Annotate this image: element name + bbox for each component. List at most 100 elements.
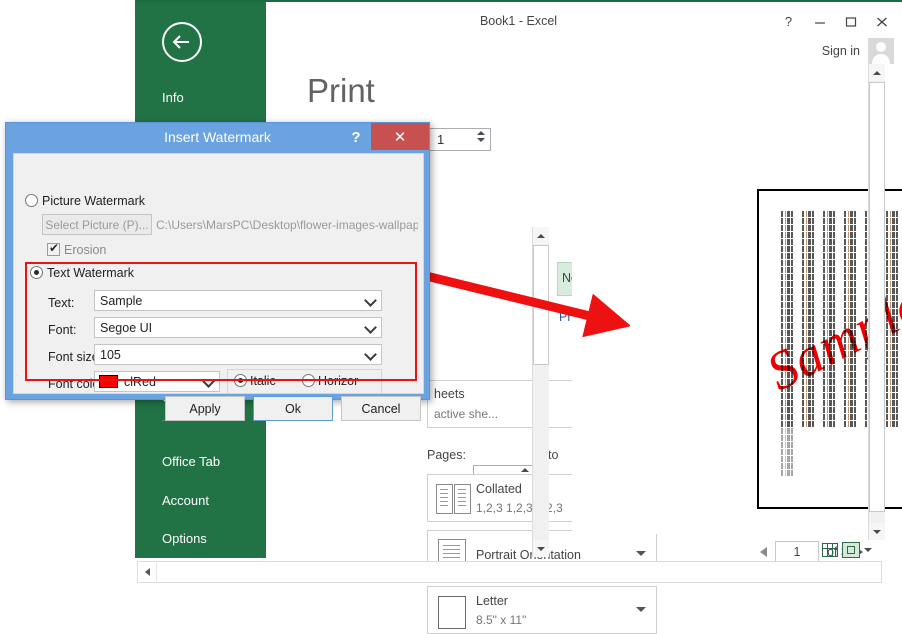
apply-button[interactable]: Apply — [165, 396, 245, 421]
sidebar-item-options[interactable]: Options — [162, 531, 207, 546]
preview-cell — [781, 309, 793, 315]
font-select[interactable]: Segoe UI — [94, 317, 382, 338]
preview-cell — [802, 288, 814, 294]
stepper-down-icon[interactable] — [477, 138, 485, 142]
pages-to-label: to — [548, 448, 559, 462]
preview-cell — [802, 239, 814, 245]
preview-cell — [823, 407, 835, 413]
settings-scrollbar[interactable] — [532, 227, 549, 557]
radio-indicator[interactable] — [30, 266, 43, 279]
copies-stepper[interactable]: 1 — [429, 128, 491, 151]
scroll-down-icon[interactable] — [869, 523, 885, 540]
italic-radio[interactable]: Italic — [234, 374, 276, 388]
dialog-help-button[interactable]: ? — [345, 125, 367, 149]
preview-cell — [781, 225, 793, 231]
help-button[interactable]: ? — [774, 10, 803, 33]
preview-cell — [886, 407, 898, 413]
cancel-button[interactable]: Cancel — [341, 396, 421, 421]
preview-cell — [886, 253, 898, 259]
preview-cell — [781, 260, 793, 266]
maximize-button[interactable] — [836, 10, 865, 33]
chevron-down-icon[interactable] — [366, 350, 375, 359]
dialog-close-button[interactable]: ✕ — [371, 123, 429, 150]
preview-cell — [802, 302, 814, 308]
preview-cell — [844, 211, 856, 217]
checkbox-indicator[interactable] — [47, 241, 60, 256]
radio-indicator[interactable] — [234, 374, 247, 387]
select-picture-button[interactable]: Select Picture (P)... — [42, 214, 152, 235]
picture-path-value[interactable]: C:\Users\MarsPC\Desktop\flower-images-wa… — [156, 218, 418, 232]
sidebar-item-office-tab[interactable]: Office Tab — [162, 454, 220, 469]
watermark-text-input[interactable]: Sample — [94, 290, 382, 311]
scroll-down-icon[interactable] — [533, 540, 549, 557]
stepper-up-icon[interactable] — [521, 468, 529, 472]
watermark-text-value: Sample — [100, 294, 143, 308]
sidebar-item-info[interactable]: Info — [162, 90, 184, 105]
avatar[interactable] — [868, 38, 894, 64]
preview-cell — [844, 218, 856, 224]
stepper-up-icon[interactable] — [477, 131, 485, 135]
preview-cell — [781, 428, 793, 434]
font-value: Segoe UI — [100, 321, 153, 335]
scroll-left-icon[interactable] — [139, 563, 157, 581]
minimize-button[interactable] — [805, 10, 834, 33]
preview-scrollbar[interactable] — [868, 64, 885, 540]
chevron-down-icon[interactable] — [366, 296, 375, 305]
preview-cell — [802, 232, 814, 238]
preview-cell — [802, 225, 814, 231]
erosion-checkbox[interactable]: Erosion — [47, 241, 106, 257]
preview-cell — [844, 246, 856, 252]
scroll-up-icon[interactable] — [533, 227, 549, 244]
preview-cell — [886, 267, 898, 273]
scrollbar-thumb[interactable] — [533, 245, 549, 365]
chevron-down-icon[interactable] — [204, 377, 213, 386]
preview-cell — [823, 267, 835, 273]
preview-cell — [781, 414, 793, 420]
ok-button[interactable]: Ok — [253, 396, 333, 421]
preview-cell — [781, 302, 793, 308]
sidebar-item-account[interactable]: Account — [162, 493, 209, 508]
zoom-dropdown-icon[interactable] — [864, 548, 872, 552]
preview-cell — [844, 386, 856, 392]
page-number-input[interactable]: 1 — [775, 541, 819, 563]
font-color-select[interactable]: clRed — [94, 371, 220, 392]
sign-in-label[interactable]: Sign in — [822, 44, 860, 58]
preview-zoom-tools — [822, 542, 872, 558]
font-color-value: clRed — [124, 375, 156, 389]
paper-line1: Letter — [476, 594, 508, 608]
stepper-arrows[interactable] — [477, 131, 485, 142]
chevron-down-icon[interactable] — [366, 323, 375, 332]
preview-cell — [823, 400, 835, 406]
preview-cell — [823, 386, 835, 392]
preview-cell — [844, 225, 856, 231]
preview-cell — [802, 421, 814, 427]
preview-cell — [781, 435, 793, 441]
radio-indicator[interactable] — [302, 374, 315, 387]
horizontal-scrollbar[interactable] — [137, 561, 882, 583]
close-button[interactable] — [867, 10, 896, 33]
dialog-titlebar[interactable]: Insert Watermark ? ✕ — [6, 123, 429, 151]
scroll-up-icon[interactable] — [869, 64, 885, 81]
text-watermark-radio[interactable]: Text Watermark — [30, 266, 134, 280]
radio-indicator[interactable] — [25, 194, 38, 207]
font-size-select[interactable]: 105 — [94, 344, 382, 365]
preview-cell — [823, 295, 835, 301]
preview-cell — [781, 421, 793, 427]
preview-cell — [802, 253, 814, 259]
preview-cell — [886, 365, 898, 371]
picture-watermark-radio[interactable]: Picture Watermark — [25, 194, 145, 208]
paper-size-select[interactable]: Letter 8.5" x 11" — [427, 586, 657, 634]
back-arrow-icon[interactable] — [162, 22, 202, 62]
horizontal-radio[interactable]: Horizor — [302, 374, 358, 388]
scrollbar-thumb[interactable] — [869, 82, 885, 512]
color-swatch — [99, 375, 118, 388]
preview-cell — [802, 246, 814, 252]
horizontal-label: Horizor — [318, 374, 359, 388]
zoom-to-page-icon[interactable] — [842, 542, 860, 558]
sign-in-row[interactable]: Sign in — [822, 38, 894, 64]
preview-cell — [781, 463, 793, 469]
previous-page-icon[interactable] — [760, 547, 767, 557]
preview-cell — [886, 211, 898, 217]
preview-cell — [802, 260, 814, 266]
show-margins-icon[interactable] — [822, 543, 838, 557]
